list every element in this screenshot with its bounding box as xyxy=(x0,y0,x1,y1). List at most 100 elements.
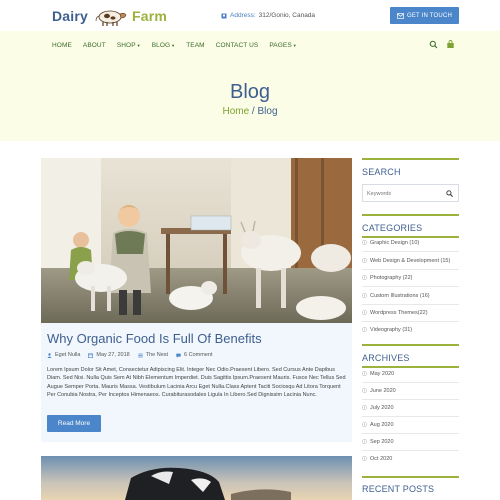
archive-item[interactable]: July 2020 xyxy=(362,399,459,416)
nav-item-pages[interactable]: PAGES ▼ xyxy=(269,42,296,49)
archive-label: June 2020 xyxy=(370,387,396,394)
category-item[interactable]: Custom Illustrations (16) xyxy=(362,287,459,304)
nav-label: TEAM xyxy=(186,41,205,49)
cow-logo-icon xyxy=(95,10,127,26)
breadcrumb-home-link[interactable]: Home xyxy=(222,106,249,117)
chevron-right-icon xyxy=(362,405,367,410)
nav-item-team[interactable]: TEAM xyxy=(186,42,204,49)
category-label: Wordpress Themes(22) xyxy=(370,309,428,316)
page-title: Blog xyxy=(229,81,271,103)
nav-label: BLOG xyxy=(151,41,171,49)
chevron-right-icon xyxy=(362,293,367,298)
site-logo[interactable]: Dairy Farm xyxy=(52,4,167,28)
post-author-name: Eget Nulla xyxy=(55,352,81,358)
search-icon[interactable] xyxy=(446,190,453,197)
post-category-name: The Nest xyxy=(145,352,169,358)
caret-down-icon: ▼ xyxy=(292,42,297,48)
logo-word-dairy: Dairy xyxy=(52,8,89,24)
post-image-child-with-goats[interactable] xyxy=(41,158,352,323)
get-in-touch-button[interactable]: GET IN TOUCH xyxy=(390,7,459,24)
get-in-touch-label: GET IN TOUCH xyxy=(406,12,453,19)
archive-label: July 2020 xyxy=(370,404,394,411)
category-item[interactable]: Videography (31) xyxy=(362,321,459,338)
widget-top-bar xyxy=(362,158,459,160)
cart-icon[interactable] xyxy=(446,40,455,49)
post-date-text: May 27, 2018 xyxy=(96,352,130,358)
envelope-icon xyxy=(397,12,404,19)
address-label: Address: xyxy=(230,12,256,19)
blog-post-card: Why Organic Food Is Full Of Benefits Ege… xyxy=(41,158,352,442)
sidebar-search-field xyxy=(362,184,459,202)
category-label: Photography (22) xyxy=(370,274,413,281)
archive-item[interactable]: June 2020 xyxy=(362,382,459,399)
nav-item-blog[interactable]: BLOG ▼ xyxy=(152,42,176,49)
blog-post-card xyxy=(41,456,352,500)
widget-top-bar xyxy=(362,344,459,346)
chevron-right-icon xyxy=(362,456,367,461)
post-comments[interactable]: 6 Comment xyxy=(176,352,212,358)
user-icon xyxy=(47,352,52,358)
post-comments-count: 6 Comment xyxy=(184,352,213,358)
address-info: Address: 312/Gonio, Canada xyxy=(221,12,315,19)
post-title[interactable]: Why Organic Food Is Full Of Benefits xyxy=(47,331,262,346)
nav-item-shop[interactable]: SHOP ▼ xyxy=(117,42,141,49)
category-item[interactable]: Wordpress Themes(22) xyxy=(362,304,459,321)
post-date: May 27, 2018 xyxy=(88,352,130,358)
nav-label: SHOP xyxy=(116,41,136,49)
post-category[interactable]: The Nest xyxy=(138,352,168,358)
widget-top-bar xyxy=(362,476,459,478)
category-item[interactable]: Web Design & Development (15) xyxy=(362,252,459,269)
breadcrumb: Home / Blog xyxy=(0,106,500,117)
breadcrumb-current: Blog xyxy=(257,106,278,117)
widget-top-bar xyxy=(362,214,459,216)
chevron-right-icon xyxy=(362,327,367,332)
archive-item[interactable]: May 2020 xyxy=(362,365,459,382)
archive-item[interactable]: Oct 2020 xyxy=(362,450,459,467)
nav-item-home[interactable]: HOME xyxy=(52,42,72,49)
address-value: 312/Gonio, Canada xyxy=(258,12,316,19)
category-label: Videography (31) xyxy=(370,326,413,333)
chevron-right-icon xyxy=(362,371,367,376)
archive-label: Oct 2020 xyxy=(370,455,393,462)
chevron-right-icon xyxy=(362,310,367,315)
archive-label: Aug 2020 xyxy=(370,421,394,428)
chevron-right-icon xyxy=(362,388,367,393)
breadcrumb-separator: / xyxy=(249,106,258,117)
read-more-button[interactable]: Read More xyxy=(47,415,101,432)
top-bar: Dairy Farm Address: 312/Gonio, Canada GE… xyxy=(0,0,500,31)
category-label: Graphic Design (10) xyxy=(370,239,420,246)
page-hero: Blog Home / Blog xyxy=(0,59,500,141)
archive-item[interactable]: Aug 2020 xyxy=(362,416,459,433)
calendar-icon xyxy=(88,353,94,358)
nav-label: HOME xyxy=(52,41,72,49)
category-label: Web Design & Development (15) xyxy=(370,257,451,264)
caret-down-icon: ▼ xyxy=(136,42,141,48)
list-icon xyxy=(138,353,143,357)
post-excerpt: Lorem Ipsum Dolor Sit Amet, Consectetur … xyxy=(47,367,346,399)
search-icon[interactable] xyxy=(429,40,438,49)
archive-label: Sep 2020 xyxy=(370,438,394,445)
logo-word-farm: Farm xyxy=(132,8,168,24)
nav-item-contact-us[interactable]: CONTACT US xyxy=(216,42,259,49)
comment-icon xyxy=(176,353,181,358)
archives-widget-title: ARCHIVES xyxy=(362,353,410,363)
category-item[interactable]: Graphic Design (10) xyxy=(362,234,459,251)
location-pin-icon xyxy=(221,13,227,18)
post-author[interactable]: Eget Nulla xyxy=(47,352,80,358)
chevron-right-icon xyxy=(362,422,367,427)
archive-item[interactable]: Sep 2020 xyxy=(362,433,459,450)
chevron-right-icon xyxy=(362,258,367,263)
post-image-cow-sunset[interactable] xyxy=(41,456,352,500)
recent-posts-widget-title: RECENT POSTS xyxy=(362,484,435,494)
chevron-right-icon xyxy=(362,439,367,444)
archive-label: May 2020 xyxy=(370,370,395,377)
category-item[interactable]: Photography (22) xyxy=(362,269,459,286)
nav-item-about[interactable]: ABOUT xyxy=(83,42,106,49)
post-meta: Eget Nulla May 27, 2018 The Nest 6 Comme… xyxy=(47,352,212,358)
caret-down-icon: ▼ xyxy=(171,42,176,48)
chevron-right-icon xyxy=(362,275,367,280)
nav-label: CONTACT US xyxy=(215,41,259,49)
search-widget-title: SEARCH xyxy=(362,167,401,177)
search-input[interactable] xyxy=(367,188,447,199)
categories-widget-title: CATEGORIES xyxy=(362,223,423,233)
